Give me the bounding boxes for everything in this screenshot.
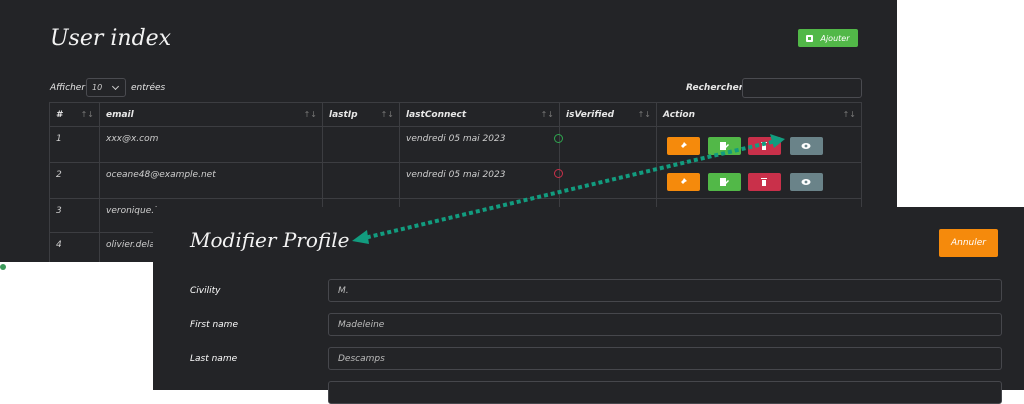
annotation-arrow [352,134,785,244]
arrow-head-left [352,230,369,244]
arrow-line [359,139,777,241]
arrow-head-right [770,134,785,148]
